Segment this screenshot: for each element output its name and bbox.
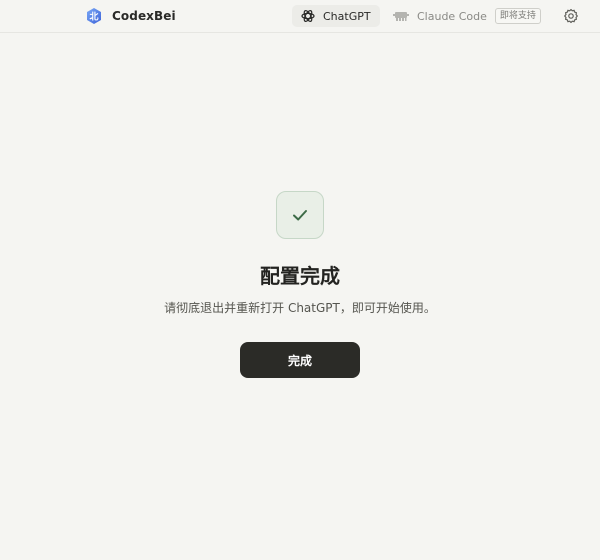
check-icon (293, 210, 307, 221)
gear-icon[interactable] (563, 8, 579, 24)
brand-name: CodexBei (112, 9, 176, 23)
top-bar: 北 CodexBei ChatGPT Claude Code 即将支持 (0, 0, 600, 33)
tab-chatgpt[interactable]: ChatGPT (292, 5, 380, 27)
svg-text:北: 北 (89, 11, 98, 23)
tab-claude-code-label: Claude Code (417, 9, 487, 23)
brand: 北 CodexBei (85, 7, 176, 25)
tab-claude-code: Claude Code 即将支持 (392, 5, 542, 27)
coming-soon-badge: 即将支持 (494, 8, 541, 24)
instruction-text: 请彻底退出并重新打开 ChatGPT，即可开始使用。 (164, 301, 436, 315)
success-badge (276, 191, 324, 239)
openai-icon (301, 10, 315, 22)
done-button[interactable]: 完成 (240, 342, 360, 378)
app-window: 北 CodexBei ChatGPT Claude Code 即将支持 配置完成… (0, 0, 600, 560)
brand-logo-icon: 北 (87, 8, 101, 24)
tab-chatgpt-label: ChatGPT (323, 9, 371, 23)
page-title: 配置完成 (260, 264, 340, 288)
claude-icon (393, 12, 409, 21)
